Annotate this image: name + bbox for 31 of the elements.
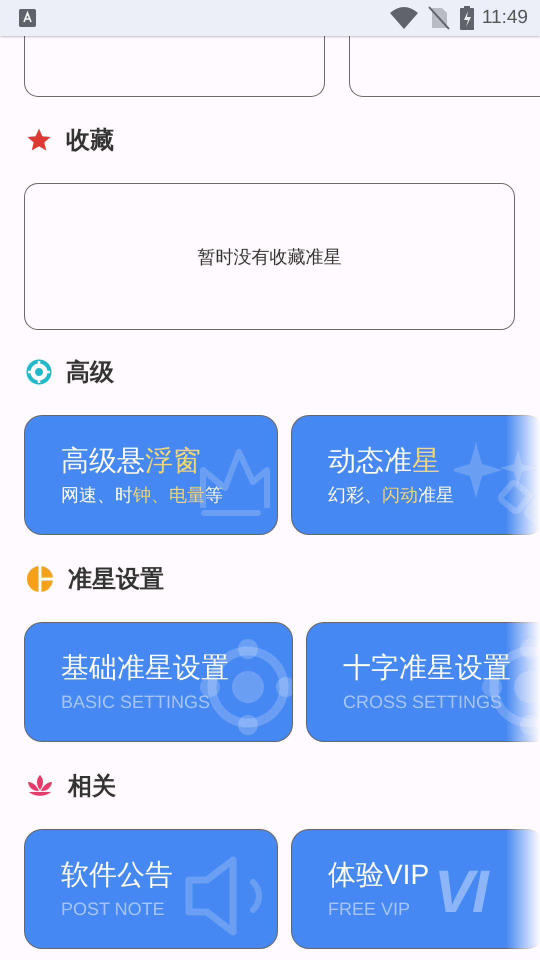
pie-icon — [26, 565, 54, 593]
section-title: 相关 — [68, 772, 116, 802]
card-title: 体验VIP — [328, 858, 430, 892]
card-subtitle: BASIC SETTINGS — [61, 691, 210, 714]
card-subtitle: FREE VIP — [328, 898, 410, 921]
vip-watermark: VI — [434, 860, 487, 924]
star-icon — [26, 127, 52, 153]
card-subtitle: 幻彩、闪动准星 — [328, 484, 454, 507]
section-title: 收藏 — [66, 126, 114, 156]
feature-card[interactable]: 基础准星设置 BASIC SETTINGS — [24, 622, 293, 742]
clock-time: 11:49 — [482, 7, 528, 29]
feature-card[interactable]: 高级悬浮窗 网速、时钟、电量等 — [24, 415, 278, 535]
card-subtitle: POST NOTE — [61, 898, 165, 921]
section-title: 高级 — [66, 358, 114, 388]
section-title: 准星设置 — [68, 565, 164, 595]
feature-card[interactable]: 动态准星 幻彩、闪动准星 — [291, 415, 540, 535]
card-subtitle: 网速、时钟、电量等 — [61, 484, 223, 507]
no-sim-icon — [428, 6, 450, 30]
card-title: 动态准星 — [328, 444, 440, 478]
card-title: 十字准星设置 — [343, 651, 511, 685]
empty-message: 暂时没有收藏准星 — [198, 246, 342, 268]
feature-card[interactable]: 软件公告 POST NOTE — [24, 829, 278, 949]
wifi-icon — [390, 7, 418, 29]
card-title: 基础准星设置 — [61, 651, 229, 685]
card-title: 高级悬浮窗 — [61, 444, 201, 478]
battery-icon — [460, 6, 474, 30]
card-subtitle: CROSS SETTINGS — [343, 691, 502, 714]
keyboard-icon — [19, 9, 36, 27]
feature-card[interactable]: 十字准星设置 CROSS SETTINGS — [306, 622, 540, 742]
card-title: 软件公告 — [61, 858, 173, 892]
lifebuoy-icon — [26, 359, 52, 385]
